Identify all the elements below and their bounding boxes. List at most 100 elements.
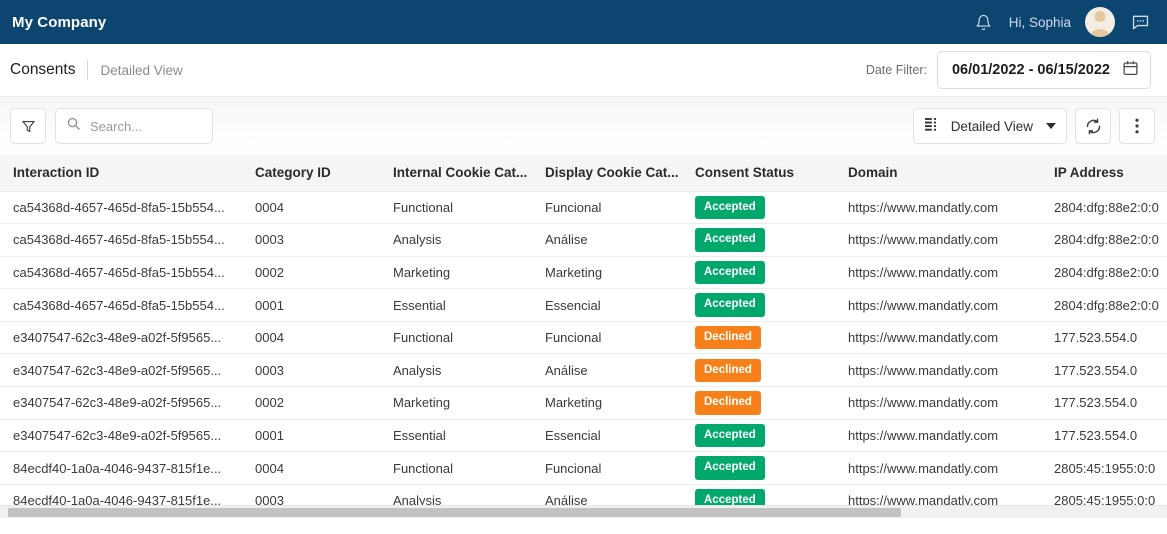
date-filter: Date Filter: 06/01/2022 - 06/15/2022 xyxy=(866,51,1151,89)
cell-domain: https://www.mandatly.com xyxy=(845,419,1045,453)
app-brand-title: My Company xyxy=(12,13,107,31)
cell-consent-status: Accepted xyxy=(695,288,845,322)
cell-display-cookie-cat: Funcional xyxy=(545,191,695,225)
status-badge: Accepted xyxy=(695,228,765,252)
cell-internal-cookie-cat: Essential xyxy=(393,288,545,322)
cell-domain: https://www.mandatly.com xyxy=(845,256,1045,290)
view-mode-dropdown[interactable]: Detailed View xyxy=(912,108,1067,144)
table-row[interactable]: e3407547-62c3-48e9-a02f-5f9565... 0003 Ana… xyxy=(0,353,1167,388)
list-view-icon xyxy=(924,117,942,136)
bell-icon[interactable] xyxy=(973,11,995,33)
cell-display-cookie-cat: Marketing xyxy=(545,256,695,290)
table-row[interactable]: e3407547-62c3-48e9-a02f-5f9565... 0001 Ess… xyxy=(0,419,1167,453)
column-header-interaction-id[interactable]: Interaction ID xyxy=(0,155,255,192)
date-filter-label: Date Filter: xyxy=(865,63,927,77)
cell-internal-cookie-cat: Essential xyxy=(393,419,545,453)
user-greeting: Hi, Sophia xyxy=(1008,14,1071,30)
cell-ip-address: 177.523.554.0 xyxy=(1045,321,1167,355)
table-row[interactable]: e3407547-62c3-48e9-a02f-5f9565... 0002 Mar… xyxy=(0,386,1167,420)
cell-domain: https://www.mandatly.com xyxy=(845,321,1045,355)
topbar-actions: Hi, Sophia xyxy=(973,7,1151,37)
top-navigation-bar: My Company Hi, Sophia xyxy=(0,0,1167,44)
breadcrumb: Consents Detailed View xyxy=(10,60,183,80)
cell-consent-status: Accepted xyxy=(695,451,845,485)
cell-consent-status: Declined xyxy=(695,386,845,420)
cell-domain: https://www.mandatly.com xyxy=(845,288,1045,322)
cell-interaction-id: ca54368d-4657-465d-8fa5-15b554... xyxy=(0,223,255,257)
table-row[interactable]: ca54368d-4657-465d-8fa5-15b554... 0002 Mar… xyxy=(0,256,1167,290)
cell-interaction-id: ca54368d-4657-465d-8fa5-15b554... xyxy=(0,256,255,290)
cell-consent-status: Accepted xyxy=(695,223,845,257)
status-badge: Accepted xyxy=(695,423,765,448)
refresh-icon[interactable] xyxy=(1075,108,1111,144)
table-row[interactable]: ca54368d-4657-465d-8fa5-15b554... 0001 Ess… xyxy=(0,288,1167,322)
table-header: Interaction ID Category ID Internal Cook… xyxy=(0,155,1167,192)
cell-display-cookie-cat: Funcional xyxy=(545,451,695,485)
cell-category-id: 0001 xyxy=(255,419,393,453)
cell-domain: https://www.mandatly.com xyxy=(845,386,1045,420)
consents-table: Interaction ID Category ID Internal Cook… xyxy=(0,155,1167,518)
cell-interaction-id: 84ecdf40-1a0a-4046-9437-815f1e... xyxy=(0,451,255,485)
column-header-domain[interactable]: Domain xyxy=(845,155,1045,192)
cell-internal-cookie-cat: Marketing xyxy=(393,256,545,290)
cell-ip-address: 177.523.554.0 xyxy=(1045,353,1167,388)
column-header-ip-address[interactable]: IP Address xyxy=(1045,155,1167,192)
horizontal-scrollbar[interactable] xyxy=(0,505,1167,518)
chat-icon[interactable] xyxy=(1129,11,1151,33)
status-badge: Accepted xyxy=(695,260,765,285)
cell-display-cookie-cat: Essencial xyxy=(545,419,695,453)
cell-consent-status: Declined xyxy=(695,353,845,388)
cell-domain: https://www.mandatly.com xyxy=(845,191,1045,225)
breadcrumb-divider xyxy=(87,60,89,80)
table-row[interactable]: 84ecdf40-1a0a-4046-9437-815f1e... 0004 Fun… xyxy=(0,451,1167,485)
cell-category-id: 0002 xyxy=(255,386,393,420)
cell-domain: https://www.mandatly.com xyxy=(845,451,1045,485)
horizontal-scrollbar-thumb[interactable] xyxy=(8,508,901,517)
table-header-row: Interaction ID Category ID Internal Cook… xyxy=(0,155,1167,192)
view-mode-label: Detailed View xyxy=(950,118,1033,134)
cell-ip-address: 2804:dfg:88e2:0:0 xyxy=(1045,223,1167,257)
column-header-category-id[interactable]: Category ID xyxy=(255,155,393,192)
filter-funnel-icon[interactable] xyxy=(10,108,46,144)
cell-interaction-id: e3407547-62c3-48e9-a02f-5f9565... xyxy=(0,419,255,453)
table-row[interactable]: ca54368d-4657-465d-8fa5-15b554... 0004 Fun… xyxy=(0,191,1167,225)
cell-internal-cookie-cat: Functional xyxy=(393,191,545,225)
chevron-down-icon xyxy=(1046,123,1056,129)
status-badge: Declined xyxy=(695,391,761,415)
table-row[interactable]: ca54368d-4657-465d-8fa5-15b554... 0003 Ana… xyxy=(0,223,1167,257)
search-input[interactable] xyxy=(90,118,202,134)
cell-interaction-id: e3407547-62c3-48e9-a02f-5f9565... xyxy=(0,353,255,388)
cell-domain: https://www.mandatly.com xyxy=(845,353,1045,388)
cell-interaction-id: e3407547-62c3-48e9-a02f-5f9565... xyxy=(0,386,255,420)
date-filter-input[interactable]: 06/01/2022 - 06/15/2022 xyxy=(936,51,1151,89)
cell-ip-address: 2805:45:1955:0:0 xyxy=(1045,451,1167,485)
cell-internal-cookie-cat: Functional xyxy=(393,321,545,355)
search-box[interactable] xyxy=(55,108,213,144)
date-filter-value: 06/01/2022 - 06/15/2022 xyxy=(951,62,1110,78)
avatar[interactable] xyxy=(1085,7,1115,37)
consents-table-container: Interaction ID Category ID Internal Cook… xyxy=(0,155,1167,518)
more-vertical-icon[interactable] xyxy=(1119,108,1155,144)
table-row[interactable]: e3407547-62c3-48e9-a02f-5f9565... 0004 Fun… xyxy=(0,321,1167,355)
cell-category-id: 0003 xyxy=(255,223,393,257)
status-badge: Accepted xyxy=(695,456,765,480)
cell-ip-address: 2804:dfg:88e2:0:0 xyxy=(1045,288,1167,322)
cell-category-id: 0002 xyxy=(255,256,393,290)
cell-internal-cookie-cat: Functional xyxy=(393,451,545,485)
column-header-display-cookie-cat[interactable]: Display Cookie Cat... xyxy=(545,155,695,192)
breadcrumb-current[interactable]: Detailed View xyxy=(100,63,182,78)
cell-internal-cookie-cat: Marketing xyxy=(393,386,545,420)
calendar-icon[interactable] xyxy=(1122,59,1139,82)
column-header-consent-status[interactable]: Consent Status xyxy=(695,155,845,192)
cell-category-id: 0004 xyxy=(255,191,393,225)
cell-interaction-id: ca54368d-4657-465d-8fa5-15b554... xyxy=(0,288,255,322)
page-title[interactable]: Consents xyxy=(10,61,75,79)
cell-category-id: 0004 xyxy=(255,451,393,485)
cell-category-id: 0001 xyxy=(255,288,393,322)
status-badge: Declined xyxy=(695,325,761,350)
status-badge: Declined xyxy=(695,358,761,383)
cell-interaction-id: e3407547-62c3-48e9-a02f-5f9565... xyxy=(0,321,255,355)
cell-display-cookie-cat: Funcional xyxy=(545,321,695,355)
column-header-internal-cookie-cat[interactable]: Internal Cookie Cat... xyxy=(393,155,545,192)
cell-ip-address: 2804:dfg:88e2:0:0 xyxy=(1045,191,1167,225)
